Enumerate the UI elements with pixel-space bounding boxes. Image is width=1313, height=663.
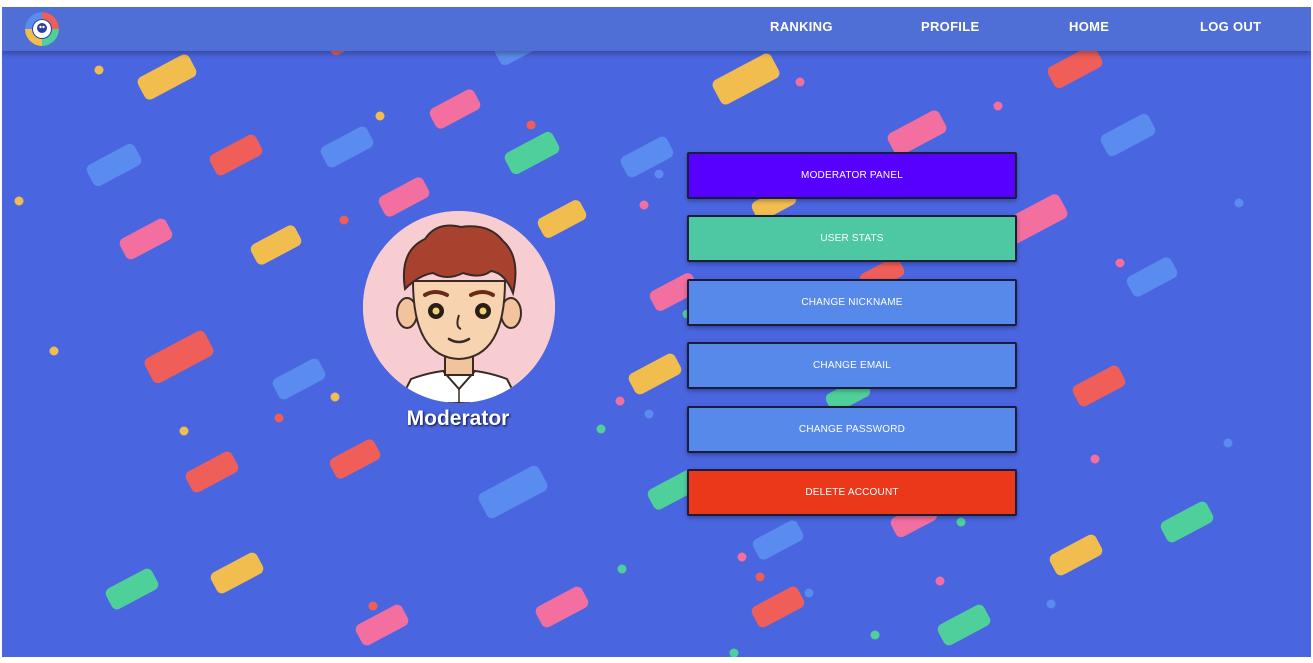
confetti-piece bbox=[1100, 113, 1156, 157]
confetti-piece bbox=[1072, 365, 1126, 407]
profile-page: RANKING PROFILE HOME LOG OUT Moderator M… bbox=[2, 7, 1311, 657]
confetti-background bbox=[14, 18, 1244, 657]
username-label: Moderator bbox=[406, 407, 510, 430]
confetti-dot bbox=[639, 200, 649, 210]
confetti-piece bbox=[620, 136, 674, 178]
confetti-piece bbox=[105, 568, 159, 610]
account-menu: MODERATOR PANEL USER STATS CHANGE NICKNA… bbox=[687, 152, 1017, 532]
confetti-piece bbox=[185, 451, 239, 493]
confetti-dot bbox=[617, 564, 627, 574]
cartoon-boy-avatar-icon bbox=[363, 211, 555, 403]
confetti-dot bbox=[330, 392, 340, 402]
confetti-dot bbox=[729, 648, 739, 657]
confetti-dot bbox=[368, 601, 378, 611]
confetti-dot bbox=[339, 215, 349, 225]
confetti-piece bbox=[119, 218, 173, 260]
confetti-dot bbox=[49, 346, 59, 356]
confetti-dot bbox=[1234, 198, 1244, 208]
confetti-piece bbox=[210, 552, 264, 594]
confetti-dot bbox=[993, 101, 1003, 111]
confetti-piece bbox=[86, 143, 142, 187]
delete-account-button[interactable]: DELETE ACCOUNT bbox=[687, 468, 1017, 516]
user-stats-button[interactable]: USER STATS bbox=[687, 215, 1017, 263]
confetti-piece bbox=[1049, 534, 1103, 576]
confetti-piece bbox=[504, 131, 560, 175]
change-nickname-button[interactable]: CHANGE NICKNAME bbox=[687, 278, 1017, 326]
confetti-piece bbox=[137, 54, 197, 100]
confetti-dot bbox=[644, 409, 654, 419]
confetti-dot bbox=[795, 77, 805, 87]
confetti-piece bbox=[887, 110, 947, 156]
confetti-dot bbox=[596, 424, 606, 434]
confetti-dot bbox=[375, 111, 385, 121]
confetti-piece bbox=[535, 586, 589, 628]
confetti-piece bbox=[712, 53, 780, 105]
confetti-dot bbox=[1223, 438, 1233, 448]
confetti-dot bbox=[935, 576, 945, 586]
confetti-piece bbox=[378, 177, 430, 217]
moderator-panel-button[interactable]: MODERATOR PANEL bbox=[687, 152, 1017, 199]
confetti-dot bbox=[654, 169, 664, 179]
nav-profile-link[interactable]: PROFILE bbox=[921, 7, 979, 51]
app-logo-icon[interactable] bbox=[22, 9, 62, 49]
confetti-piece bbox=[320, 126, 374, 168]
top-navbar: RANKING PROFILE HOME LOG OUT bbox=[2, 7, 1311, 51]
confetti-dot bbox=[870, 630, 880, 640]
nav-ranking-link[interactable]: RANKING bbox=[770, 7, 833, 51]
confetti-piece bbox=[537, 200, 587, 238]
confetti-dot bbox=[1090, 454, 1100, 464]
change-email-button[interactable]: CHANGE EMAIL bbox=[687, 342, 1017, 390]
confetti-piece bbox=[478, 465, 548, 519]
confetti-piece bbox=[628, 353, 682, 395]
confetti-dot bbox=[14, 196, 24, 206]
avatar bbox=[363, 211, 555, 403]
confetti-dot bbox=[755, 572, 765, 582]
confetti-dot bbox=[804, 588, 814, 598]
confetti-piece bbox=[329, 439, 381, 479]
confetti-dot bbox=[1115, 258, 1125, 268]
confetti-dot bbox=[274, 413, 284, 423]
confetti-dot bbox=[526, 120, 536, 130]
confetti-piece bbox=[144, 330, 214, 384]
nav-logout-link[interactable]: LOG OUT bbox=[1200, 7, 1261, 51]
confetti-dot bbox=[179, 426, 189, 436]
confetti-piece bbox=[937, 604, 991, 646]
change-password-button[interactable]: CHANGE PASSWORD bbox=[687, 405, 1017, 453]
confetti-piece bbox=[272, 358, 326, 400]
confetti-piece bbox=[429, 89, 481, 129]
confetti-piece bbox=[209, 134, 263, 176]
nav-home-link[interactable]: HOME bbox=[1069, 7, 1109, 51]
confetti-dot bbox=[737, 552, 747, 562]
confetti-dot bbox=[94, 65, 104, 75]
confetti-dot bbox=[615, 396, 625, 406]
confetti-piece bbox=[1126, 257, 1178, 297]
confetti-piece bbox=[751, 586, 805, 628]
confetti-piece bbox=[1160, 501, 1214, 543]
confetti-dot bbox=[1046, 599, 1056, 609]
confetti-piece bbox=[250, 225, 302, 265]
confetti-piece bbox=[355, 604, 409, 646]
